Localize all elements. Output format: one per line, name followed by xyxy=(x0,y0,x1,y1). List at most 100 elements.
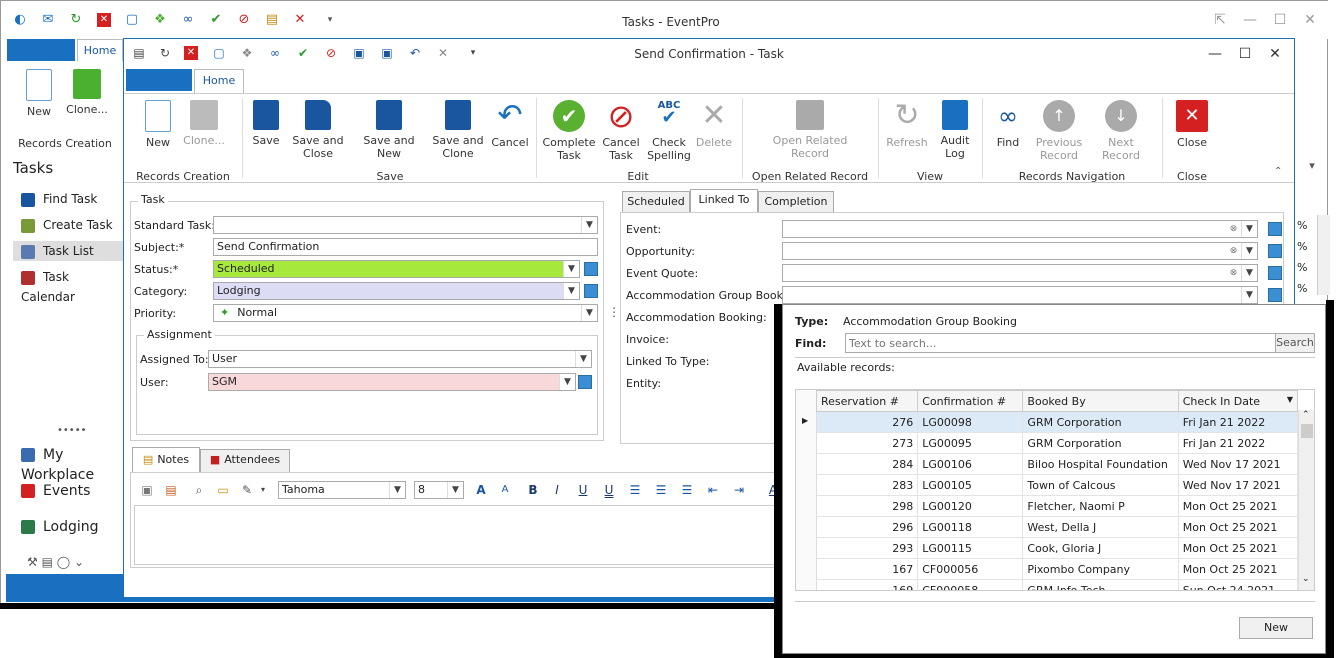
scroll-up-icon[interactable]: ⌃ xyxy=(1302,410,1310,420)
check-spelling-button[interactable]: ABC ✔ Check Spelling xyxy=(646,100,692,162)
popup-search-input[interactable] xyxy=(845,333,1277,353)
main-clone-button[interactable]: Clone... xyxy=(65,69,109,116)
scroll-down-icon[interactable]: ⌄ xyxy=(1302,574,1310,584)
chevron-down-icon[interactable]: ▼ xyxy=(1241,287,1257,303)
opportunity-lookup-icon[interactable] xyxy=(1268,244,1282,258)
clipboard-icon[interactable]: ▤ xyxy=(132,46,146,60)
maximize-icon[interactable]: ☐ xyxy=(1269,11,1291,29)
save-new-button[interactable]: Save and New xyxy=(352,100,426,160)
font-family-select[interactable]: Tahoma ▼ xyxy=(278,481,406,499)
chevron-down-icon[interactable]: ▼ xyxy=(575,351,591,367)
event-lookup-icon[interactable] xyxy=(1268,222,1282,236)
nav-events[interactable]: Events xyxy=(21,481,90,501)
save-button[interactable]: Save xyxy=(248,100,284,147)
clear-icon[interactable]: ⊗ xyxy=(1226,243,1241,259)
chevron-down-icon[interactable]: ▼ xyxy=(1241,243,1257,259)
event-quote-lookup-icon[interactable] xyxy=(1268,266,1282,280)
subject-input[interactable]: Send Confirmation xyxy=(213,238,598,256)
bullet-list-icon[interactable]: ☰ xyxy=(628,483,642,497)
bold-icon[interactable]: B xyxy=(526,483,540,497)
refresh-icon[interactable]: ↻ xyxy=(158,46,172,60)
check-icon[interactable]: ✔ xyxy=(209,13,223,27)
format-icon[interactable]: ▤ xyxy=(164,483,178,497)
new-doc-icon[interactable]: ▢ xyxy=(125,13,139,27)
opportunity-select[interactable]: ⊗ ▼ xyxy=(782,242,1258,260)
user-lookup-icon[interactable] xyxy=(578,375,592,389)
background-scrollbar[interactable] xyxy=(1317,215,1330,295)
style-dropdown-icon[interactable]: ▾ xyxy=(256,483,270,497)
clear-icon[interactable]: ⊗ xyxy=(1226,265,1241,281)
popup-search-button[interactable]: Search xyxy=(1275,333,1315,353)
column-reservation[interactable]: Reservation # xyxy=(815,390,919,412)
table-row[interactable]: 284 LG00106 Biloo Hospital Foundation Wed N… xyxy=(816,453,1299,475)
chevron-down-icon[interactable]: ▼ xyxy=(447,482,463,498)
sidebar-item-find-task[interactable]: Find Task xyxy=(21,189,97,209)
sidebar-item-create-task[interactable]: Create Task xyxy=(21,215,113,235)
chevron-down-icon[interactable]: ▼ xyxy=(1241,265,1257,281)
delete-icon[interactable]: ✕ xyxy=(293,13,307,27)
nav-lodging[interactable]: Lodging xyxy=(21,517,99,537)
save-icon[interactable]: ▣ xyxy=(140,483,154,497)
chevron-down-icon[interactable]: ▼ xyxy=(581,217,597,233)
save-close-icon[interactable]: ▣ xyxy=(380,46,394,60)
status-select[interactable]: Scheduled ▼ xyxy=(213,260,580,278)
chevron-down-icon[interactable]: ▼ xyxy=(563,283,579,299)
nav-my-workplace[interactable]: My Workplace xyxy=(21,445,125,483)
refresh-button[interactable]: ↻ Refresh xyxy=(884,100,930,150)
tab-scheduled[interactable]: Scheduled xyxy=(622,191,690,213)
app-logo-icon[interactable]: ◐ xyxy=(13,13,27,27)
cancel-button[interactable]: ↶ Cancel xyxy=(490,100,530,150)
dialog-app-menu-button[interactable] xyxy=(126,69,192,91)
open-folder-icon[interactable]: ▭ xyxy=(216,483,230,497)
grow-font-icon[interactable]: A xyxy=(474,483,488,497)
save-clone-button[interactable]: Save and Clone xyxy=(432,100,484,160)
status-lookup-icon[interactable] xyxy=(584,262,598,276)
table-row[interactable]: 298 LG00120 Fletcher, Naomi P Mon Oct 25 20… xyxy=(816,495,1299,517)
multilevel-list-icon[interactable]: ☰ xyxy=(680,483,694,497)
sidebar-item-task-list[interactable]: Task List xyxy=(13,241,133,261)
open-related-record-button[interactable]: Open Related Record xyxy=(768,100,852,160)
agb-select[interactable]: ▼ xyxy=(782,286,1258,304)
increase-indent-icon[interactable]: ⇥ xyxy=(732,483,746,497)
chevron-down-icon[interactable]: ▼ xyxy=(581,305,597,321)
event-quote-select[interactable]: ⊗ ▼ xyxy=(782,264,1258,282)
close-button[interactable]: ✕ Close xyxy=(1170,100,1214,149)
customize-dropdown-icon[interactable]: ▾ xyxy=(466,46,480,60)
chevron-down-icon[interactable]: ▼ xyxy=(559,374,575,390)
customize-dropdown-icon[interactable]: ▾ xyxy=(323,13,337,27)
binoculars-icon[interactable]: ∞ xyxy=(181,13,195,27)
font-size-select[interactable]: 8 ▼ xyxy=(414,481,464,499)
check-icon[interactable]: ✔ xyxy=(296,46,310,60)
new-button[interactable]: New xyxy=(138,100,178,149)
table-row[interactable]: 283 LG00105 Town of Calcous Wed Nov 17 2021 xyxy=(816,474,1299,496)
agb-lookup-icon[interactable] xyxy=(1268,288,1282,302)
find-button[interactable]: ∞ Find xyxy=(988,100,1028,149)
grid-dropdown-icon[interactable]: ▾ xyxy=(1297,153,1327,179)
notes-editor[interactable] xyxy=(134,505,784,565)
column-check-in-date[interactable]: Check In Date ▼ xyxy=(1177,390,1299,412)
close-icon[interactable]: ✕ xyxy=(1299,11,1321,29)
sidebar-item-task-calendar[interactable]: Task Calendar xyxy=(21,267,125,304)
refresh-icon[interactable]: ↻ xyxy=(69,13,83,27)
main-app-menu-button[interactable] xyxy=(7,39,75,61)
event-select[interactable]: ⊗ ▼ xyxy=(782,220,1258,238)
user-select[interactable]: SGM ▼ xyxy=(208,373,576,391)
table-row[interactable]: 293 LG00115 Cook, Gloria J Mon Oct 25 2021 xyxy=(816,537,1299,559)
column-confirmation[interactable]: Confirmation # xyxy=(917,390,1024,412)
restore-icon[interactable]: ⇱ xyxy=(1209,11,1231,29)
nav-overflow-icons[interactable]: ⚒ ▤ ◯ ⌄ xyxy=(27,555,123,571)
grid-scrollbar[interactable]: ⌃ ⌄ xyxy=(1298,410,1314,590)
numbered-list-icon[interactable]: ☰ xyxy=(654,483,668,497)
table-row[interactable]: 273 LG00095 GRM Corporation Fri Jan 21 2022 xyxy=(816,432,1299,454)
table-row[interactable]: 296 LG00118 West, Della J Mon Oct 25 2021 xyxy=(816,516,1299,538)
main-tab-home[interactable]: Home xyxy=(77,39,123,61)
minimize-icon[interactable]: — xyxy=(1239,11,1261,29)
sidebar-splitter[interactable]: ••••• xyxy=(57,425,87,436)
next-record-button[interactable]: ↓ Next Record xyxy=(1088,100,1154,162)
chevron-down-icon[interactable]: ▼ xyxy=(1241,221,1257,237)
previous-record-button[interactable]: ↑ Previous Record xyxy=(1034,100,1084,162)
dialog-minimize-icon[interactable]: — xyxy=(1204,45,1226,63)
popup-new-button[interactable]: New xyxy=(1239,617,1313,639)
clone-icon[interactable]: ❖ xyxy=(240,46,254,60)
tab-completion[interactable]: Completion xyxy=(758,191,834,213)
